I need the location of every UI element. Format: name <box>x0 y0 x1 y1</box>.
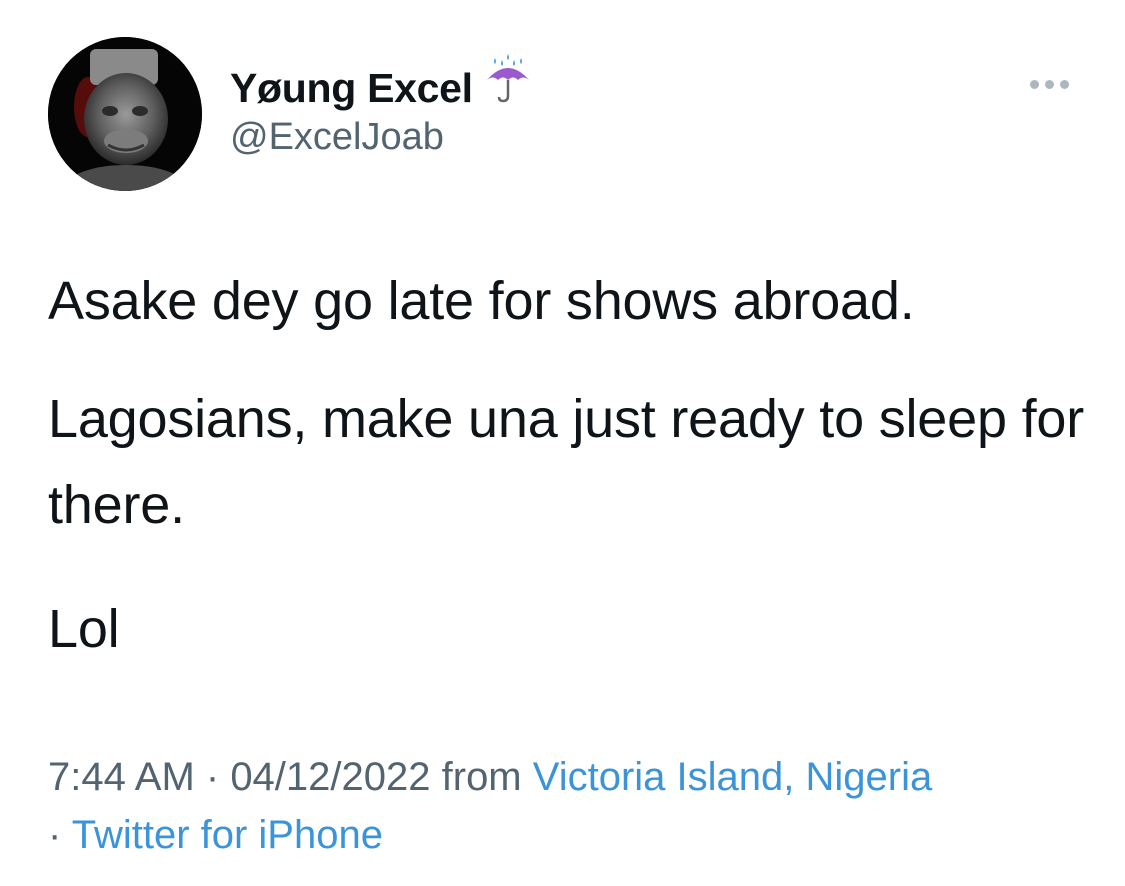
location-link[interactable]: Victoria Island, Nigeria <box>533 755 932 799</box>
separator: · <box>194 755 231 799</box>
user-handle[interactable]: @ExcelJoab <box>230 116 533 159</box>
from-label: from <box>430 755 533 799</box>
umbrella-with-rain-icon <box>483 53 533 109</box>
dot <box>1045 80 1054 89</box>
tweet-paragraph: Lagosians, make una just ready to sleep … <box>48 389 1085 535</box>
source-link[interactable]: Twitter for iPhone <box>72 813 383 857</box>
avatar[interactable] <box>48 37 202 191</box>
tweet-card: Yøung Excel @ExcelJoab Asake dey go late… <box>0 0 1125 886</box>
tweet-date[interactable]: 04/12/2022 <box>230 755 430 799</box>
separator: · <box>48 813 72 857</box>
more-options-icon[interactable] <box>1030 80 1069 89</box>
dot <box>1030 80 1039 89</box>
tweet-paragraph: Asake dey go late for shows abroad. <box>48 271 915 331</box>
avatar-image <box>48 37 202 191</box>
dot <box>1060 80 1069 89</box>
tweet-paragraph: Lol <box>48 599 120 659</box>
user-names[interactable]: Yøung Excel @ExcelJoab <box>230 53 533 159</box>
tweet-time[interactable]: 7:44 AM <box>48 755 195 799</box>
display-name[interactable]: Yøung Excel <box>230 65 473 112</box>
tweet-metadata: 7:44 AM · 04/12/2022 from Victoria Islan… <box>48 748 1108 864</box>
